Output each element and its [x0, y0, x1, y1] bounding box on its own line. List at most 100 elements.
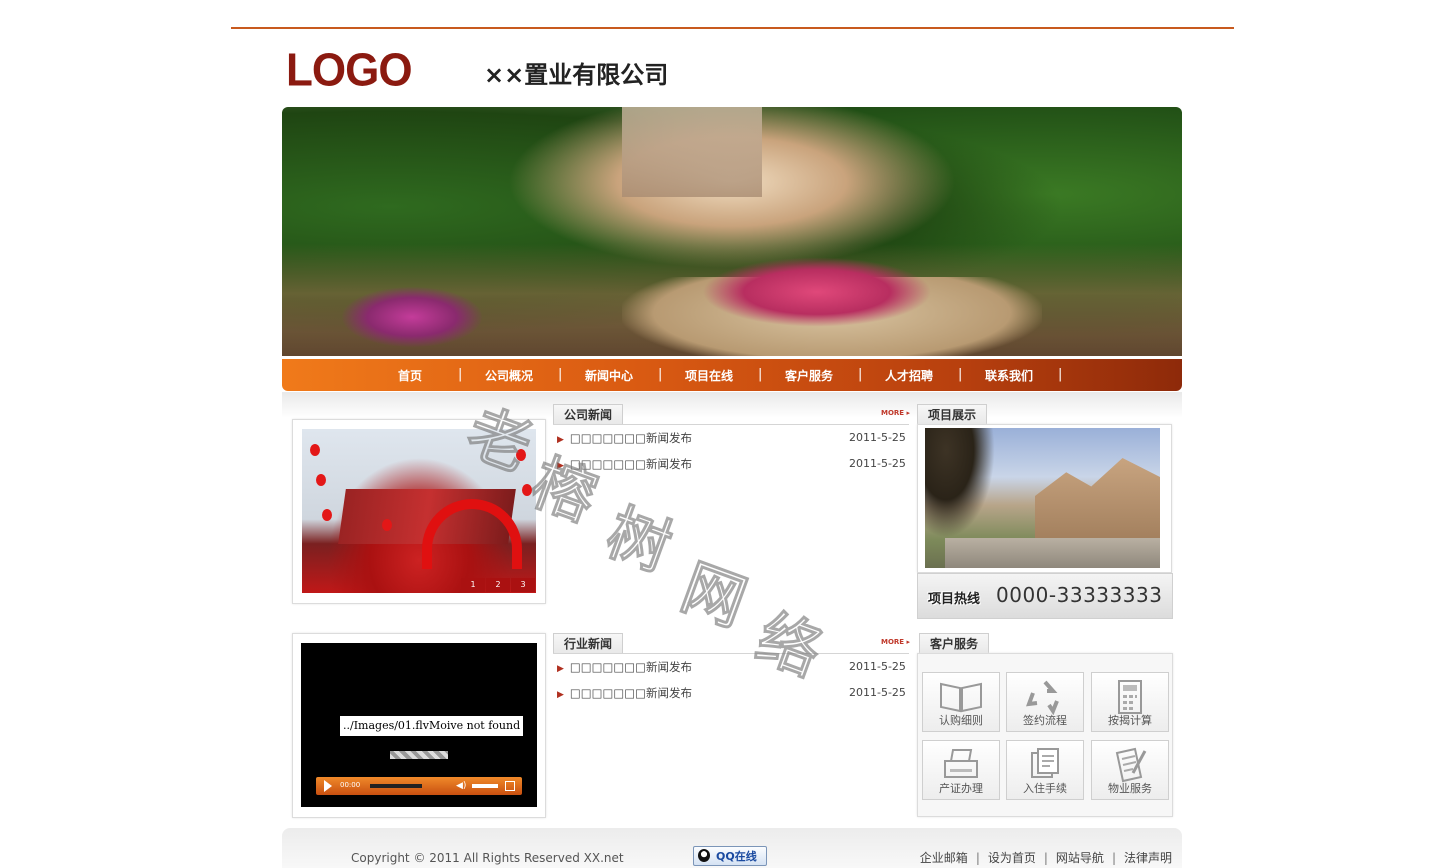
document-icon [1031, 748, 1059, 778]
slider-page-1[interactable]: 1 [461, 578, 485, 592]
nav-about[interactable]: 公司概况 [485, 367, 533, 384]
balloon [310, 444, 320, 456]
project-photo[interactable] [925, 428, 1160, 568]
section-divider [553, 424, 909, 425]
book-icon [940, 682, 982, 713]
arrow-icon: ▶ [557, 435, 564, 445]
service-certificate[interactable]: 产证办理 [922, 740, 1000, 800]
industry-news-more-link[interactable]: MORE ▸ [881, 638, 910, 646]
hero-banner [282, 107, 1182, 356]
service-move-in[interactable]: 入住手续 [1006, 740, 1084, 800]
event-photo[interactable] [302, 429, 536, 593]
nav-separator: | [658, 367, 663, 382]
balloon [522, 484, 532, 496]
news-item[interactable]: ▶ □□□□□□□新闻发布 [557, 456, 692, 472]
nav-home[interactable]: 首页 [398, 367, 422, 384]
nav-separator: | [958, 367, 963, 382]
news-item[interactable]: ▶ □□□□□□□新闻发布 [557, 659, 692, 675]
arrow-icon: ▶ [557, 690, 564, 700]
nav-projects[interactable]: 项目在线 [685, 367, 733, 384]
service-label: 入住手续 [1023, 782, 1067, 795]
news-date: 2011-5-25 [849, 431, 906, 444]
slider-pager: 1 2 3 [461, 578, 536, 592]
video-progress-bar[interactable] [370, 784, 422, 788]
video-controls: 00:00 ◀) [316, 777, 522, 795]
news-date: 2011-5-25 [849, 660, 906, 673]
service-purchase-rules[interactable]: 认购细则 [922, 672, 1000, 732]
service-label: 认购细则 [939, 714, 983, 727]
qq-label: QQ在线 [716, 850, 757, 863]
banner-building [622, 107, 762, 197]
service-mortgage-calculator[interactable]: 按揭计算 [1091, 672, 1169, 732]
project-road [945, 538, 1160, 568]
footer: Copyright © 2011 All Rights Reserved XX.… [282, 828, 1182, 868]
volume-slider[interactable] [472, 784, 498, 788]
news-title: □□□□□□□新闻发布 [569, 431, 692, 445]
customer-service-title: 客户服务 [919, 633, 990, 654]
nav-separator: | [858, 367, 863, 382]
service-signing-process[interactable]: 签约流程 [1006, 672, 1084, 732]
service-label: 物业服务 [1108, 782, 1152, 795]
service-property-management[interactable]: 物业服务 [1091, 740, 1169, 800]
notepad-icon [1115, 747, 1147, 783]
nav-separator: | [758, 367, 763, 382]
industry-news-title: 行业新闻 [553, 633, 624, 654]
watermark-char: 树 [597, 495, 681, 586]
main-nav: 首页 | 公司概况 | 新闻中心 | 项目在线 | 客户服务 | 人才招聘 | … [282, 359, 1182, 391]
printer-icon [944, 749, 978, 778]
news-title: □□□□□□□新闻发布 [569, 660, 692, 674]
footer-links: 企业邮箱 | 设为首页 | 网站导航 | 法律声明 [920, 849, 1172, 866]
more-label: MORE [881, 638, 905, 646]
company-news-title: 公司新闻 [553, 404, 624, 425]
hotline-number: 0000-33333333 [996, 583, 1163, 607]
balloon [382, 519, 392, 531]
nav-jobs[interactable]: 人才招聘 [885, 367, 933, 384]
arrow-icon: ▶ [557, 664, 564, 674]
company-name: ××置业有限公司 [484, 61, 669, 89]
company-news-more-link[interactable]: MORE ▸ [881, 409, 910, 417]
more-label: MORE [881, 409, 905, 417]
logo[interactable]: LOGO [286, 45, 413, 98]
nav-shadow [282, 392, 1182, 418]
video-player[interactable]: ../Images/01.flvMoive not found 00:00 ◀) [301, 643, 537, 807]
video-loading-bar [390, 751, 448, 759]
video-error-message: ../Images/01.flvMoive not found [340, 716, 524, 736]
nav-contact[interactable]: 联系我们 [985, 367, 1033, 384]
section-divider [553, 653, 909, 654]
slider-page-2[interactable]: 2 [486, 578, 510, 592]
banner-flowers [702, 257, 932, 327]
qq-online-button[interactable]: QQ在线 [693, 846, 767, 866]
slider-page-3[interactable]: 3 [511, 578, 535, 592]
news-date: 2011-5-25 [849, 457, 906, 470]
recycle-icon [1026, 680, 1059, 715]
project-hotline: 项目热线 0000-33333333 [917, 573, 1173, 619]
calculator-icon [1118, 680, 1142, 714]
video-time: 00:00 [340, 781, 361, 789]
news-date: 2011-5-25 [849, 686, 906, 699]
project-showcase-title: 项目展示 [917, 404, 988, 425]
watermark-char: 网 [672, 550, 756, 641]
service-label: 产证办理 [939, 782, 983, 795]
nav-separator: | [558, 367, 563, 382]
news-title: □□□□□□□新闻发布 [569, 686, 692, 700]
banner-flowers-left [342, 287, 482, 347]
service-label: 按揭计算 [1108, 714, 1152, 727]
nav-news[interactable]: 新闻中心 [585, 367, 633, 384]
service-label: 签约流程 [1023, 714, 1067, 727]
top-divider [231, 27, 1234, 29]
news-title: □□□□□□□新闻发布 [569, 457, 692, 471]
play-icon[interactable] [324, 780, 332, 792]
qq-penguin-icon [698, 849, 710, 862]
volume-icon[interactable]: ◀) [456, 781, 466, 791]
project-tree [925, 428, 995, 538]
hotline-label: 项目热线 [928, 592, 981, 607]
news-item[interactable]: ▶ □□□□□□□新闻发布 [557, 685, 692, 701]
arrow-icon: ▶ [557, 461, 564, 471]
fullscreen-icon[interactable] [505, 781, 515, 791]
balloon [516, 449, 526, 461]
watermark-char: 络 [747, 600, 831, 691]
balloon [322, 509, 332, 521]
nav-separator: | [1058, 367, 1063, 382]
nav-service[interactable]: 客户服务 [785, 367, 833, 384]
news-item[interactable]: ▶ □□□□□□□新闻发布 [557, 430, 692, 446]
